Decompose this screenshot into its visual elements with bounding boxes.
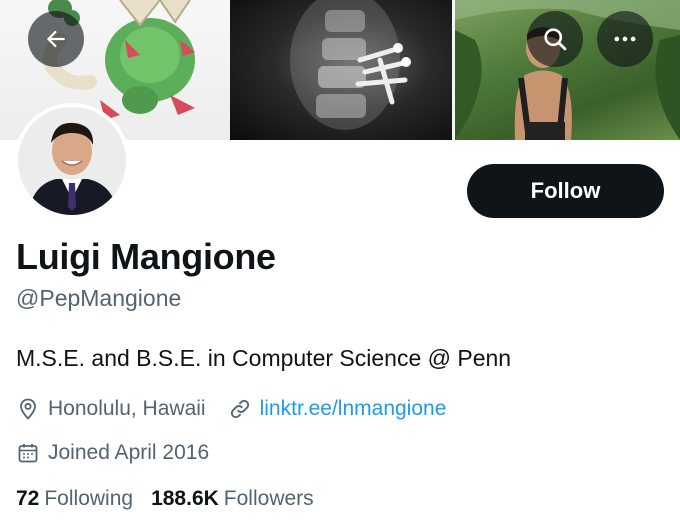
location-pin-icon <box>20 398 36 420</box>
follow-button[interactable]: Follow <box>467 164 664 218</box>
following-count: 72 <box>16 487 40 510</box>
joined-row: Joined April 2016 <box>16 438 209 468</box>
profile-website-link[interactable]: linktr.ee/lnmangione <box>260 397 447 421</box>
arrow-left-icon <box>46 30 65 48</box>
profile-location: Honolulu, Hawaii <box>48 397 206 420</box>
profile-bio: M.S.E. and B.S.E. in Computer Science @ … <box>16 345 512 371</box>
profile-name: Luigi Mangione <box>16 236 276 277</box>
more-options-button[interactable] <box>597 11 653 67</box>
following-label: Following <box>44 487 134 510</box>
avatar-photo <box>18 107 126 215</box>
link-icon <box>230 399 249 419</box>
followers-count: 188.6K <box>151 487 219 510</box>
banner-xray-image <box>230 0 452 140</box>
following-link[interactable]: 72 Following <box>16 487 133 511</box>
followers-link[interactable]: 188.6K Followers <box>151 487 314 511</box>
more-dots-icon <box>614 36 636 42</box>
profile-handle: @PepMangione <box>16 285 182 311</box>
follow-stats: 72 Following 188.6K Followers <box>16 487 332 511</box>
profile-avatar[interactable] <box>14 103 130 219</box>
location-website-row: Honolulu, Hawaii linktr.ee/lnmangione <box>16 394 446 424</box>
followers-label: Followers <box>223 487 314 510</box>
calendar-icon <box>18 444 38 463</box>
back-button[interactable] <box>28 11 84 67</box>
search-icon <box>544 28 567 51</box>
search-button[interactable] <box>527 11 583 67</box>
profile-joined-date: Joined April 2016 <box>48 441 210 464</box>
